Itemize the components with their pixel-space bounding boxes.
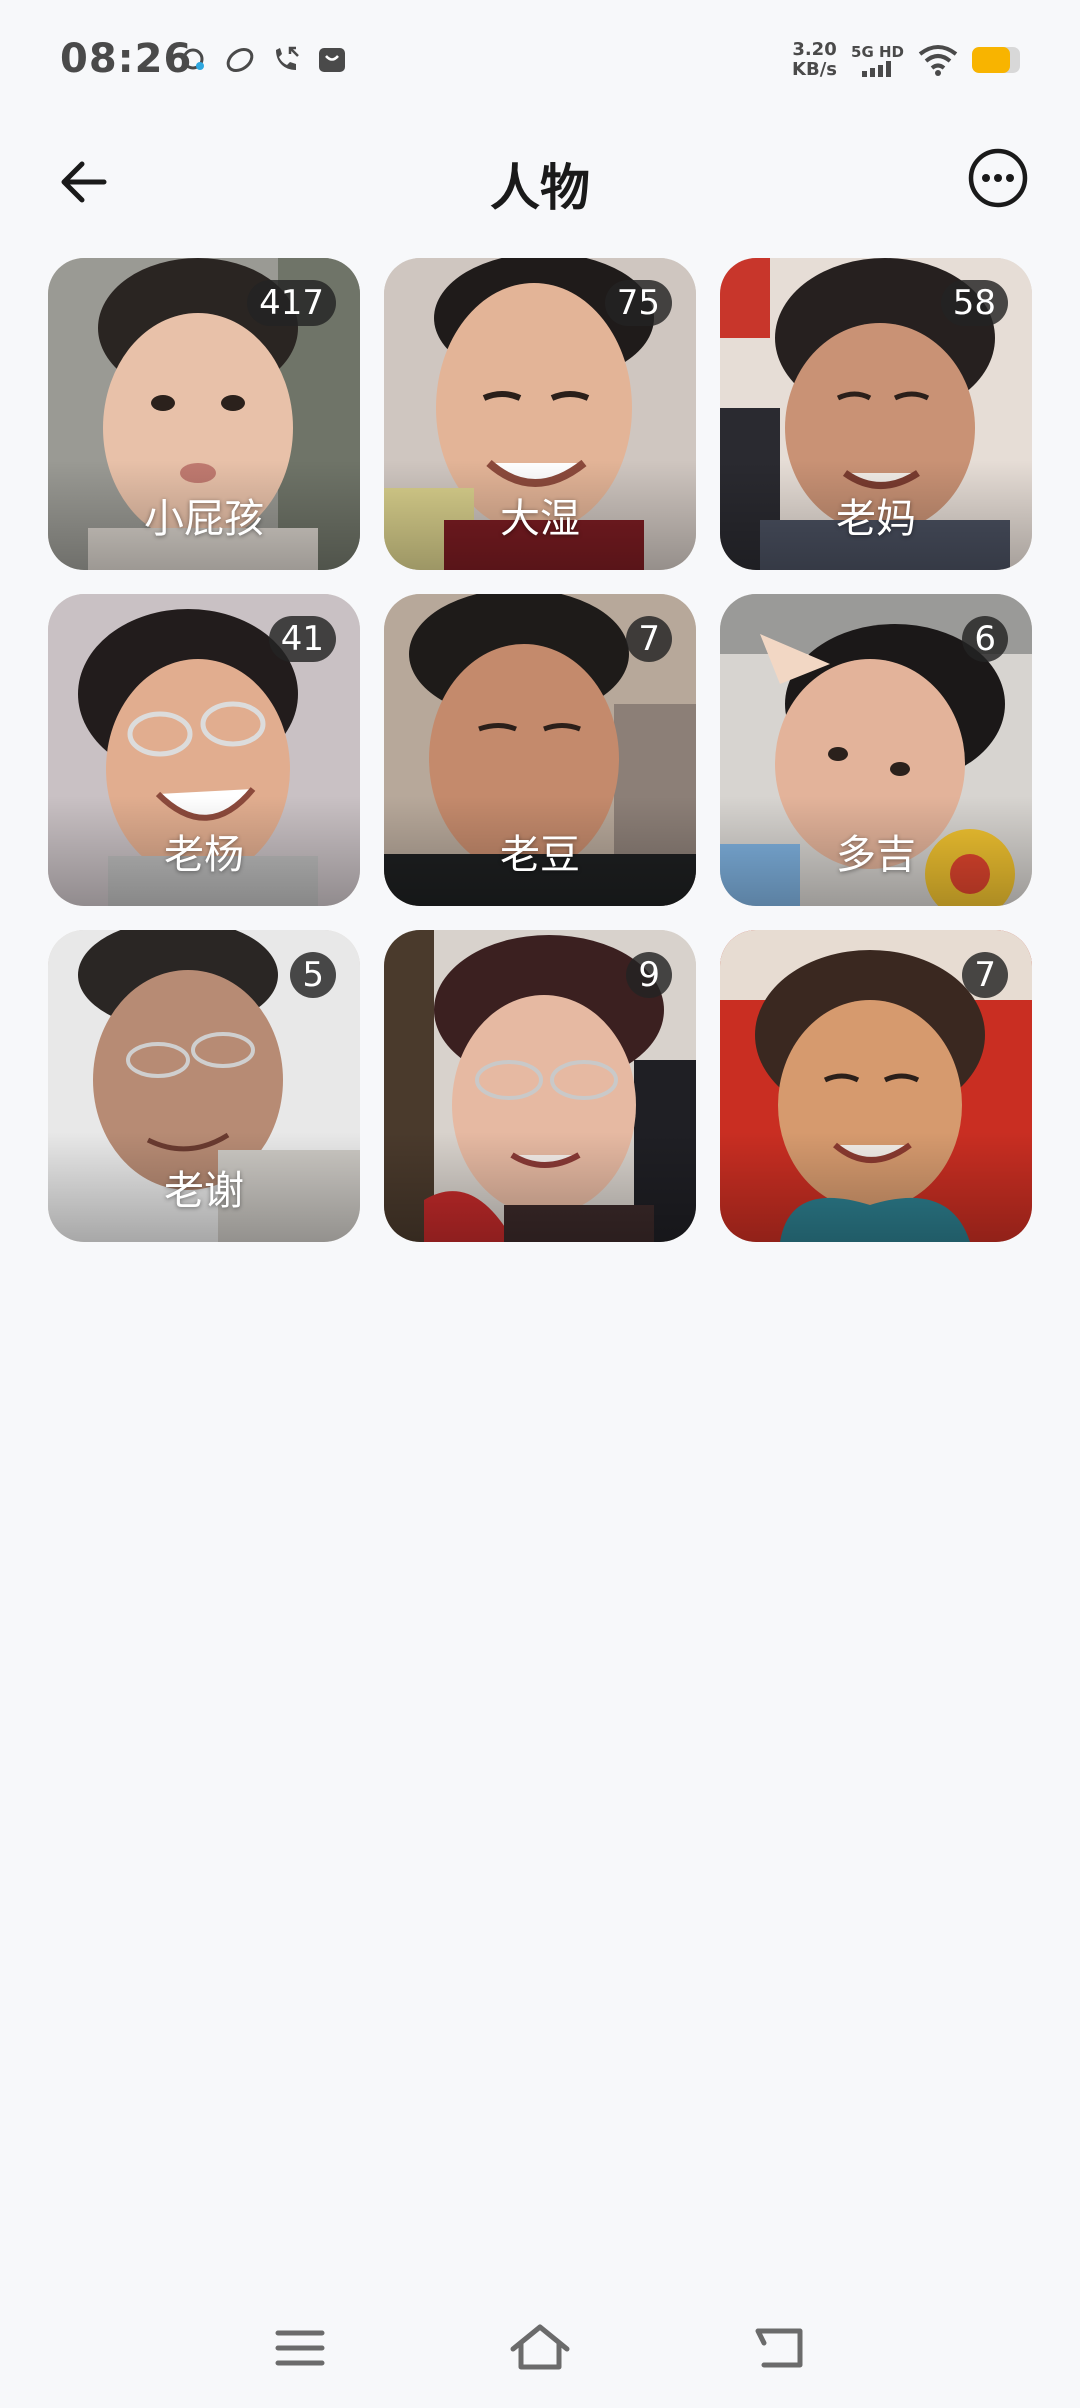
person-card[interactable]: 41 老杨	[48, 594, 360, 906]
card-shade	[384, 1132, 696, 1242]
person-card[interactable]: 75 大湿	[384, 258, 696, 570]
more-options-button[interactable]	[966, 146, 1030, 210]
recents-button[interactable]	[268, 2316, 332, 2380]
home-icon	[510, 2324, 570, 2370]
person-card[interactable]: 6 多吉	[720, 594, 1032, 906]
back-nav-button[interactable]	[748, 2316, 812, 2380]
battery-level	[972, 47, 1011, 73]
photo-count-badge: 5	[290, 952, 336, 998]
person-card[interactable]: 58 老妈	[720, 258, 1032, 570]
menu-icon	[275, 2330, 325, 2366]
photo-count-badge: 6	[962, 616, 1008, 662]
person-name: 老谢	[164, 1168, 244, 1214]
person-card[interactable]: 7 老豆	[384, 594, 696, 906]
person-card[interactable]: 5 老谢	[48, 930, 360, 1242]
photo-count-badge: 41	[268, 616, 336, 662]
person-name: 大湿	[500, 496, 580, 542]
system-navigation-bar	[0, 2300, 1080, 2390]
person-name: 多吉	[836, 832, 916, 878]
home-button[interactable]	[508, 2316, 572, 2380]
status-time: 08:26	[60, 36, 193, 82]
missed-call-icon	[276, 46, 299, 70]
photo-count-badge: 58	[940, 280, 1008, 326]
person-name: 老妈	[836, 496, 916, 542]
page-title: 人物	[490, 159, 590, 217]
battery-icon	[972, 47, 1020, 73]
photo-count-badge: 7	[626, 616, 672, 662]
network-type-label: 5G HD	[851, 43, 904, 61]
notification-icons	[178, 44, 348, 76]
planet-icon	[226, 48, 254, 72]
network-speed-value: 3.20	[792, 39, 837, 60]
wifi-icon	[918, 45, 958, 76]
return-icon	[755, 2328, 803, 2368]
cellular-signal-icon	[861, 61, 891, 77]
signal-group: 5G HD	[851, 43, 904, 77]
chat-bubble-icon	[182, 48, 204, 70]
network-speed-unit: KB/s	[792, 59, 838, 80]
card-shade	[720, 1132, 1032, 1242]
photo-count-badge: 7	[962, 952, 1008, 998]
people-grid: 417 小屁孩 75 大湿 58 老妈 41 老杨 7 老豆 6 多吉 5 老谢…	[48, 258, 1032, 1242]
person-card[interactable]: 7	[720, 930, 1032, 1242]
person-card[interactable]: 417 小屁孩	[48, 258, 360, 570]
person-card[interactable]: 9	[384, 930, 696, 1242]
person-name: 老豆	[500, 832, 580, 878]
photo-count-badge: 9	[626, 952, 672, 998]
app-bar: 人物	[0, 130, 1080, 230]
person-name: 老杨	[164, 832, 244, 878]
network-speed: 3.20 KB/s	[792, 40, 837, 80]
status-bar: 08:26 3.20 KB/s 5G HD	[0, 0, 1080, 130]
photo-count-badge: 75	[604, 280, 672, 326]
more-horizontal-icon	[968, 148, 1028, 208]
shopping-bag-icon	[319, 48, 345, 72]
system-indicators: 3.20 KB/s 5G HD	[792, 40, 1020, 80]
person-name: 小屁孩	[144, 496, 264, 542]
photo-count-badge: 417	[247, 280, 336, 326]
